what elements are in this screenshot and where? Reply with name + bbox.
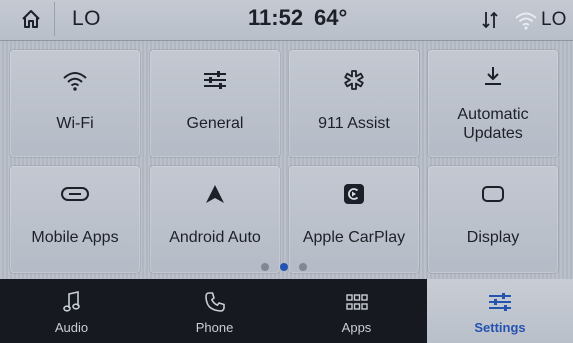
bottom-nav: Audio Phone Apps Settings [0, 279, 573, 343]
nav-audio[interactable]: Audio [0, 279, 143, 343]
tile-display[interactable]: Display [428, 166, 558, 273]
nav-label: Apps [341, 320, 372, 335]
tile-label: 911 Assist [318, 115, 390, 132]
nav-settings[interactable]: Settings [427, 279, 573, 343]
outside-temperature: 64° [314, 5, 348, 30]
left-status-label[interactable]: LO [72, 7, 101, 31]
right-status-label: LO [541, 9, 567, 30]
nav-label: Audio [54, 320, 89, 335]
tile-android-auto[interactable]: Android Auto [150, 166, 280, 273]
home-icon [22, 10, 40, 28]
status-bar: LO 11:52 64° LO [0, 0, 573, 41]
tile-911-assist[interactable]: 911 Assist [289, 50, 419, 157]
clock: 11:52 [248, 5, 304, 30]
page-dot-1[interactable] [261, 263, 269, 271]
music-note-icon [62, 291, 80, 312]
apps-grid-icon [345, 294, 368, 310]
home-button[interactable] [8, 2, 55, 36]
tile-label: Apple CarPlay [302, 229, 406, 246]
nav-phone[interactable]: Phone [143, 279, 286, 343]
tile-apple-carplay[interactable]: Apple CarPlay [289, 166, 419, 273]
tile-label: Mobile Apps [31, 229, 119, 246]
settings-grid: Wi-Fi General 911 Assist Automatic Updat… [10, 50, 558, 273]
display-icon [482, 186, 504, 202]
android-auto-icon [206, 185, 224, 203]
wifi-icon [63, 72, 87, 91]
link-icon [61, 187, 89, 201]
download-icon [485, 67, 501, 85]
nav-apps[interactable]: Apps [286, 279, 427, 343]
nav-label: Phone [195, 320, 234, 335]
sliders-icon [489, 293, 511, 311]
tile-mobile-apps[interactable]: Mobile Apps [10, 166, 140, 273]
page-dot-2[interactable] [280, 263, 288, 271]
tile-label: Display [466, 229, 520, 246]
phone-icon [204, 292, 225, 312]
tile-general[interactable]: General [150, 50, 280, 157]
sliders-icon [204, 71, 226, 89]
data-transfer-icon [482, 11, 498, 29]
tile-label: General [186, 115, 244, 132]
carplay-icon [344, 184, 364, 204]
tile-label: Wi-Fi [56, 115, 94, 132]
page-dot-3[interactable] [299, 263, 307, 271]
tile-wifi[interactable]: Wi-Fi [10, 50, 140, 157]
asterisk-icon [344, 70, 364, 90]
page-indicator [258, 263, 318, 273]
tile-label: Android Auto [169, 229, 261, 246]
tile-label: Automatic Updates [457, 106, 529, 142]
tile-automatic-updates[interactable]: Automatic Updates [428, 50, 558, 157]
wifi-signal-icon [515, 12, 537, 30]
nav-label: Settings [474, 320, 526, 335]
